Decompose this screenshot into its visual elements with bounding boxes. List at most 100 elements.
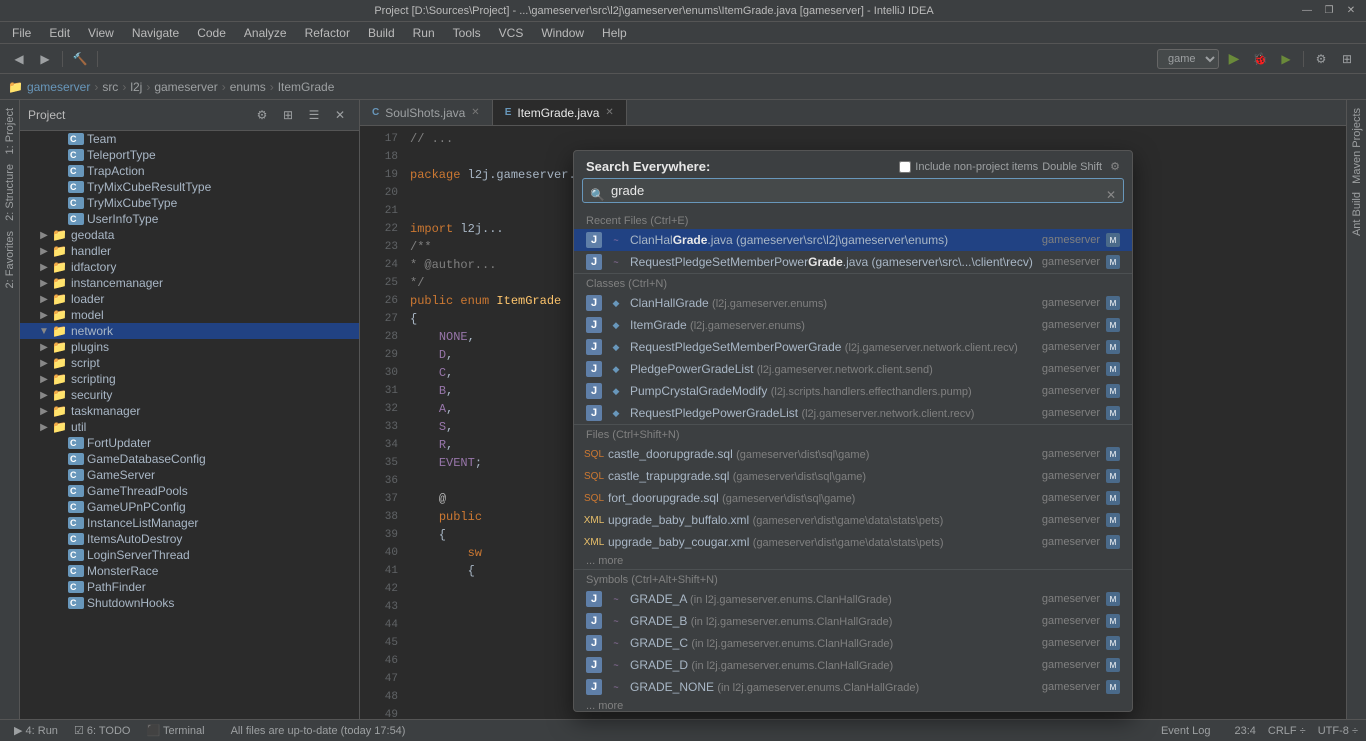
- symbol-result-item[interactable]: J ~ GRADE_C (in l2j.gameserver.enums.Cla…: [574, 632, 1132, 654]
- class-result-item[interactable]: J ◆ PledgePowerGradeList (l2j.gameserver…: [574, 358, 1132, 380]
- tree-item[interactable]: ▶ 📁 model: [20, 307, 359, 323]
- tree-item[interactable]: C GameDatabaseConfig: [20, 451, 359, 467]
- symbol-result-item[interactable]: J ~ GRADE_NONE (in l2j.gameserver.enums.…: [574, 676, 1132, 698]
- file-result-item[interactable]: XML upgrade_baby_cougar.xml (gameserver\…: [574, 531, 1132, 553]
- sidebar-settings-button[interactable]: ⚙: [251, 104, 273, 126]
- tree-item[interactable]: ▶ 📁 taskmanager: [20, 403, 359, 419]
- file-result-item[interactable]: SQL castle_trapupgrade.sql (gameserver\d…: [574, 465, 1132, 487]
- file-result-item[interactable]: XML upgrade_baby_buffalo.xml (gameserver…: [574, 509, 1132, 531]
- tree-item[interactable]: C TryMixCubeType: [20, 195, 359, 211]
- panel-favorites[interactable]: 2: Favorites: [2, 227, 18, 292]
- build-button[interactable]: 🔨: [69, 48, 91, 70]
- tab-itemgrade[interactable]: E ItemGrade.java ✕: [493, 100, 627, 125]
- tree-item[interactable]: C PathFinder: [20, 579, 359, 595]
- tree-item[interactable]: C UserInfoType: [20, 211, 359, 227]
- layout-button[interactable]: ⊞: [1336, 48, 1358, 70]
- close-button[interactable]: ✕: [1344, 4, 1358, 18]
- run-button[interactable]: ▶: [1223, 48, 1245, 70]
- sidebar-expand-button[interactable]: ⊞: [277, 104, 299, 126]
- menu-item-view[interactable]: View: [80, 24, 122, 42]
- tab-soulshots-close[interactable]: ✕: [471, 107, 479, 118]
- settings-button[interactable]: ⚙: [1310, 48, 1332, 70]
- menu-item-vcs[interactable]: VCS: [491, 24, 532, 42]
- tree-item[interactable]: ▶ 📁 util: [20, 419, 359, 435]
- menu-item-build[interactable]: Build: [360, 24, 403, 42]
- breadcrumb-gameserver[interactable]: gameserver: [154, 80, 217, 94]
- class-result-item[interactable]: J ◆ RequestPledgePowerGradeList (l2j.gam…: [574, 402, 1132, 424]
- recent-file-item[interactable]: J ~ RequestPledgeSetMemberPowerGrade.jav…: [574, 251, 1132, 273]
- debug-button[interactable]: 🐞: [1249, 48, 1271, 70]
- tree-item[interactable]: C FortUpdater: [20, 435, 359, 451]
- tree-item[interactable]: C Team: [20, 131, 359, 147]
- tree-item[interactable]: C LoginServerThread: [20, 547, 359, 563]
- tree-item[interactable]: C ShutdownHooks: [20, 595, 359, 611]
- class-result-item[interactable]: J ◆ ItemGrade (l2j.gameserver.enums) gam…: [574, 314, 1132, 336]
- menu-item-edit[interactable]: Edit: [41, 24, 78, 42]
- search-settings-icon[interactable]: ⚙: [1110, 160, 1120, 173]
- tree-item[interactable]: ▶ 📁 geodata: [20, 227, 359, 243]
- menu-item-help[interactable]: Help: [594, 24, 635, 42]
- breadcrumb-l2j[interactable]: l2j: [130, 80, 142, 94]
- charset[interactable]: UTF-8 ÷: [1318, 725, 1358, 737]
- tree-item[interactable]: C InstanceListManager: [20, 515, 359, 531]
- menu-item-refactor[interactable]: Refactor: [297, 24, 358, 42]
- tree-item[interactable]: C TrapAction: [20, 163, 359, 179]
- run-tab[interactable]: ▶ 4: Run: [8, 722, 64, 739]
- tree-item[interactable]: ▶ 📁 handler: [20, 243, 359, 259]
- tree-item[interactable]: ▶ 📁 loader: [20, 291, 359, 307]
- sidebar-close-button[interactable]: ✕: [329, 104, 351, 126]
- more-symbols-link[interactable]: ... more: [574, 698, 1132, 711]
- class-result-item[interactable]: J ◆ PumpCrystalGradeModify (l2j.scripts.…: [574, 380, 1132, 402]
- menu-item-run[interactable]: Run: [405, 24, 443, 42]
- tree-item[interactable]: C GameServer: [20, 467, 359, 483]
- search-input[interactable]: [582, 178, 1124, 203]
- file-result-item[interactable]: SQL fort_doorupgrade.sql (gameserver\dis…: [574, 487, 1132, 509]
- include-nonproject-checkbox[interactable]: [899, 161, 911, 173]
- tab-soulshots[interactable]: C SoulShots.java ✕: [360, 100, 493, 125]
- tree-item[interactable]: C TeleportType: [20, 147, 359, 163]
- tree-item[interactable]: ▼ 📁 network: [20, 323, 359, 339]
- tree-item[interactable]: ▶ 📁 plugins: [20, 339, 359, 355]
- class-result-item[interactable]: J ◆ ClanHallGrade (l2j.gameserver.enums)…: [574, 292, 1132, 314]
- class-result-item[interactable]: J ◆ RequestPledgeSetMemberPowerGrade (l2…: [574, 336, 1132, 358]
- symbol-result-item[interactable]: J ~ GRADE_A (in l2j.gameserver.enums.Cla…: [574, 588, 1132, 610]
- terminal-tab[interactable]: ⬛ Terminal: [140, 722, 210, 739]
- sidebar-gear-button[interactable]: ☰: [303, 104, 325, 126]
- tree-item[interactable]: C TryMixCubeResultType: [20, 179, 359, 195]
- forward-button[interactable]: ▶: [34, 48, 56, 70]
- menu-item-code[interactable]: Code: [189, 24, 234, 42]
- tree-item[interactable]: ▶ 📁 security: [20, 387, 359, 403]
- line-ending[interactable]: CRLF ÷: [1268, 725, 1306, 737]
- tree-item[interactable]: C GameThreadPools: [20, 483, 359, 499]
- menu-item-navigate[interactable]: Navigate: [124, 24, 187, 42]
- breadcrumb-project[interactable]: 📁 gameserver: [8, 80, 90, 94]
- menu-item-analyze[interactable]: Analyze: [236, 24, 295, 42]
- minimize-button[interactable]: —: [1300, 4, 1314, 18]
- tree-item[interactable]: C MonsterRace: [20, 563, 359, 579]
- symbol-result-item[interactable]: J ~ GRADE_D (in l2j.gameserver.enums.Cla…: [574, 654, 1132, 676]
- coverage-button[interactable]: ▶: [1275, 48, 1297, 70]
- todo-tab[interactable]: ☑ 6: TODO: [68, 722, 137, 739]
- panel-structure[interactable]: 2: Structure: [2, 160, 18, 225]
- tree-item[interactable]: ▶ 📁 scripting: [20, 371, 359, 387]
- tree-item[interactable]: C ItemsAutoDestroy: [20, 531, 359, 547]
- panel-project[interactable]: 1: Project: [2, 104, 18, 158]
- tree-item[interactable]: C GameUPnPConfig: [20, 499, 359, 515]
- more-files-link[interactable]: ... more: [574, 553, 1132, 569]
- breadcrumb-itemgrade[interactable]: ItemGrade: [278, 80, 335, 94]
- breadcrumb-enums[interactable]: enums: [230, 80, 266, 94]
- file-result-item[interactable]: SQL castle_doorupgrade.sql (gameserver\d…: [574, 443, 1132, 465]
- breadcrumb-src[interactable]: src: [102, 80, 118, 94]
- maven-panel[interactable]: Maven Projects: [1351, 104, 1363, 188]
- menu-item-tools[interactable]: Tools: [445, 24, 489, 42]
- event-log[interactable]: Event Log: [1161, 725, 1211, 737]
- tree-item[interactable]: ▶ 📁 idfactory: [20, 259, 359, 275]
- symbol-result-item[interactable]: J ~ GRADE_B (in l2j.gameserver.enums.Cla…: [574, 610, 1132, 632]
- maximize-button[interactable]: ❐: [1322, 4, 1336, 18]
- menu-item-window[interactable]: Window: [533, 24, 592, 42]
- back-button[interactable]: ◀: [8, 48, 30, 70]
- search-clear-icon[interactable]: ✕: [1106, 188, 1116, 202]
- menu-item-file[interactable]: File: [4, 24, 39, 42]
- ant-panel[interactable]: Ant Build: [1351, 188, 1363, 240]
- tree-item[interactable]: ▶ 📁 instancemanager: [20, 275, 359, 291]
